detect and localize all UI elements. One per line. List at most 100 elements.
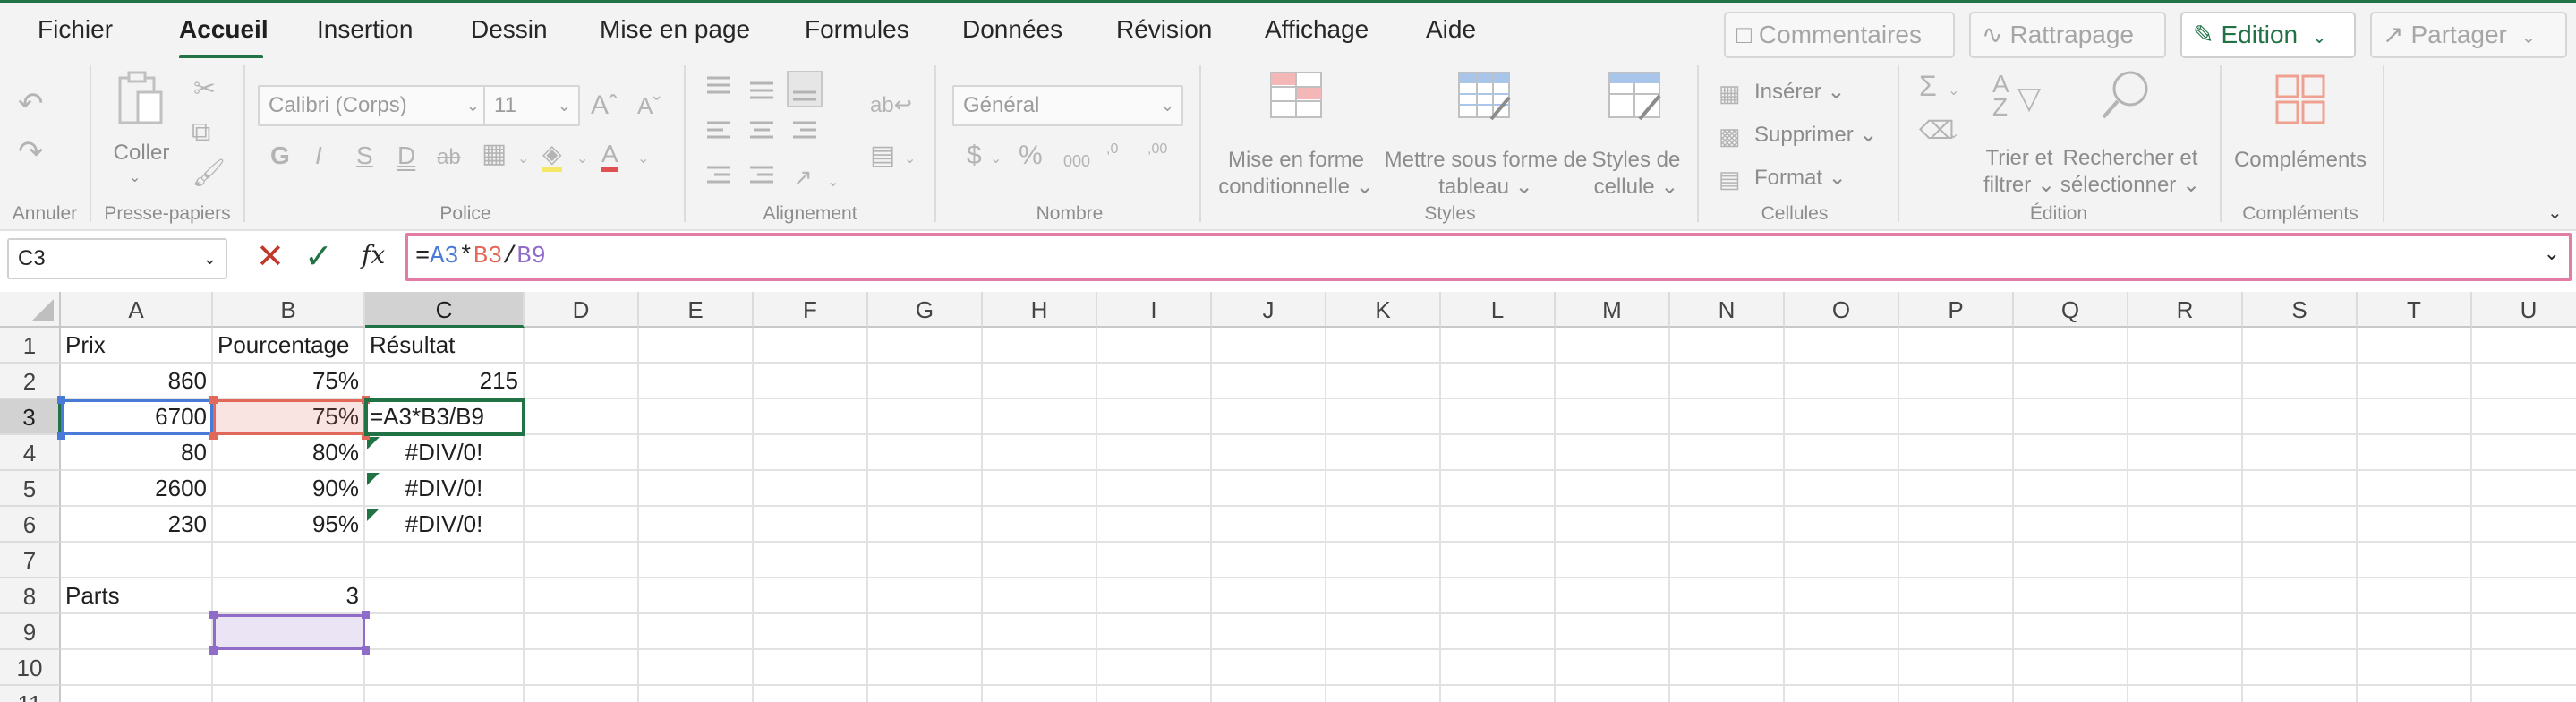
cell-c5[interactable]: #DIV/0! <box>365 471 525 507</box>
column-header-l[interactable]: L <box>1441 292 1556 328</box>
row-header-4[interactable]: 4 <box>0 435 61 471</box>
cell-styles-button[interactable]: Styles de cellule ⌄ <box>1590 71 1683 199</box>
column-header-r[interactable]: R <box>2128 292 2243 328</box>
cell-n5[interactable] <box>1670 471 1785 507</box>
cell-b5[interactable]: 90% <box>213 471 365 507</box>
cell-f11[interactable] <box>754 686 868 702</box>
reference-resize-handle[interactable] <box>209 611 218 619</box>
insert-cells-button[interactable]: ▦ Insérer ⌄ <box>1719 78 1889 108</box>
cell-b9[interactable] <box>213 614 365 650</box>
cell-e4[interactable] <box>639 435 754 471</box>
cell-m2[interactable] <box>1556 364 1670 399</box>
ribbon-collapse-chevron-icon[interactable]: ⌄ <box>2547 198 2563 228</box>
cell-n7[interactable] <box>1670 543 1785 578</box>
reference-resize-handle[interactable] <box>362 646 370 655</box>
cell-u5[interactable] <box>2472 471 2576 507</box>
cell-f2[interactable] <box>754 364 868 399</box>
cell-t1[interactable] <box>2358 328 2472 364</box>
cell-h6[interactable] <box>983 507 1097 543</box>
cell-l5[interactable] <box>1441 471 1556 507</box>
cut-icon[interactable]: ✂ <box>193 74 216 105</box>
cell-q8[interactable] <box>2014 578 2128 614</box>
cell-d11[interactable] <box>525 686 639 702</box>
cell-l10[interactable] <box>1441 650 1556 686</box>
cell-e5[interactable] <box>639 471 754 507</box>
cell-j4[interactable] <box>1212 435 1326 471</box>
reference-resize-handle[interactable] <box>209 396 218 404</box>
cell-n10[interactable] <box>1670 650 1785 686</box>
cell-n9[interactable] <box>1670 614 1785 650</box>
cell-f5[interactable] <box>754 471 868 507</box>
cell-i9[interactable] <box>1097 614 1212 650</box>
cell-t4[interactable] <box>2358 435 2472 471</box>
cell-f3[interactable] <box>754 399 868 435</box>
font-size-select[interactable]: 11 ⌄ <box>483 85 580 126</box>
cell-g1[interactable] <box>868 328 983 364</box>
cell-q6[interactable] <box>2014 507 2128 543</box>
cell-d4[interactable] <box>525 435 639 471</box>
cell-s5[interactable] <box>2243 471 2358 507</box>
cell-c6[interactable]: #DIV/0! <box>365 507 525 543</box>
cell-h1[interactable] <box>983 328 1097 364</box>
insert-function-icon[interactable]: fx <box>362 240 385 270</box>
increase-decimal-icon[interactable]: ,0 <box>1106 142 1118 157</box>
column-header-b[interactable]: B <box>213 292 365 328</box>
cell-q4[interactable] <box>2014 435 2128 471</box>
cell-i7[interactable] <box>1097 543 1212 578</box>
cell-a4[interactable]: 80 <box>61 435 213 471</box>
cell-s1[interactable] <box>2243 328 2358 364</box>
cell-n3[interactable] <box>1670 399 1785 435</box>
cell-g2[interactable] <box>868 364 983 399</box>
cell-j10[interactable] <box>1212 650 1326 686</box>
cell-r6[interactable] <box>2128 507 2243 543</box>
cell-j9[interactable] <box>1212 614 1326 650</box>
cell-e9[interactable] <box>639 614 754 650</box>
cell-d6[interactable] <box>525 507 639 543</box>
cell-r4[interactable] <box>2128 435 2243 471</box>
column-header-d[interactable]: D <box>525 292 639 328</box>
cell-m3[interactable] <box>1556 399 1670 435</box>
cell-e3[interactable] <box>639 399 754 435</box>
cell-o5[interactable] <box>1785 471 1899 507</box>
expand-formula-bar-icon[interactable]: ⌄ <box>2544 242 2560 265</box>
cell-t2[interactable] <box>2358 364 2472 399</box>
cell-p7[interactable] <box>1899 543 2014 578</box>
cell-d8[interactable] <box>525 578 639 614</box>
merge-center-icon[interactable]: ▤ <box>870 141 895 171</box>
cell-p5[interactable] <box>1899 471 2014 507</box>
cell-u11[interactable] <box>2472 686 2576 702</box>
reference-resize-handle[interactable] <box>362 396 370 404</box>
cell-k4[interactable] <box>1326 435 1441 471</box>
cell-b10[interactable] <box>213 650 365 686</box>
chevron-down-icon[interactable]: ⌄ <box>129 164 141 193</box>
cell-p10[interactable] <box>1899 650 2014 686</box>
addins-button[interactable]: Compléments <box>2229 71 2372 196</box>
cell-k11[interactable] <box>1326 686 1441 702</box>
cell-d1[interactable] <box>525 328 639 364</box>
column-header-o[interactable]: O <box>1785 292 1899 328</box>
formula-input[interactable]: =A3*B3/B9 ⌄ <box>405 233 2572 281</box>
cell-p4[interactable] <box>1899 435 2014 471</box>
tab-accueil[interactable]: Accueil <box>179 15 269 44</box>
cell-d10[interactable] <box>525 650 639 686</box>
tab-insertion[interactable]: Insertion <box>317 15 413 44</box>
cell-n6[interactable] <box>1670 507 1785 543</box>
cell-k1[interactable] <box>1326 328 1441 364</box>
confirm-formula-icon[interactable]: ✓ <box>304 236 333 277</box>
shrink-font-icon[interactable]: Aˇ <box>637 90 661 121</box>
cell-h9[interactable] <box>983 614 1097 650</box>
sort-filter-button[interactable]: AZ ▽ Trier et filtrer ⌄ <box>1969 67 2069 201</box>
cell-r2[interactable] <box>2128 364 2243 399</box>
column-header-a[interactable]: A <box>61 292 213 328</box>
cell-c11[interactable] <box>365 686 525 702</box>
orientation-icon[interactable]: ↗ <box>793 162 813 193</box>
cell-n1[interactable] <box>1670 328 1785 364</box>
cell-s11[interactable] <box>2243 686 2358 702</box>
cell-o9[interactable] <box>1785 614 1899 650</box>
cell-a2[interactable]: 860 <box>61 364 213 399</box>
cell-e6[interactable] <box>639 507 754 543</box>
cell-m5[interactable] <box>1556 471 1670 507</box>
cell-c4[interactable]: #DIV/0! <box>365 435 525 471</box>
cell-t9[interactable] <box>2358 614 2472 650</box>
cell-t5[interactable] <box>2358 471 2472 507</box>
